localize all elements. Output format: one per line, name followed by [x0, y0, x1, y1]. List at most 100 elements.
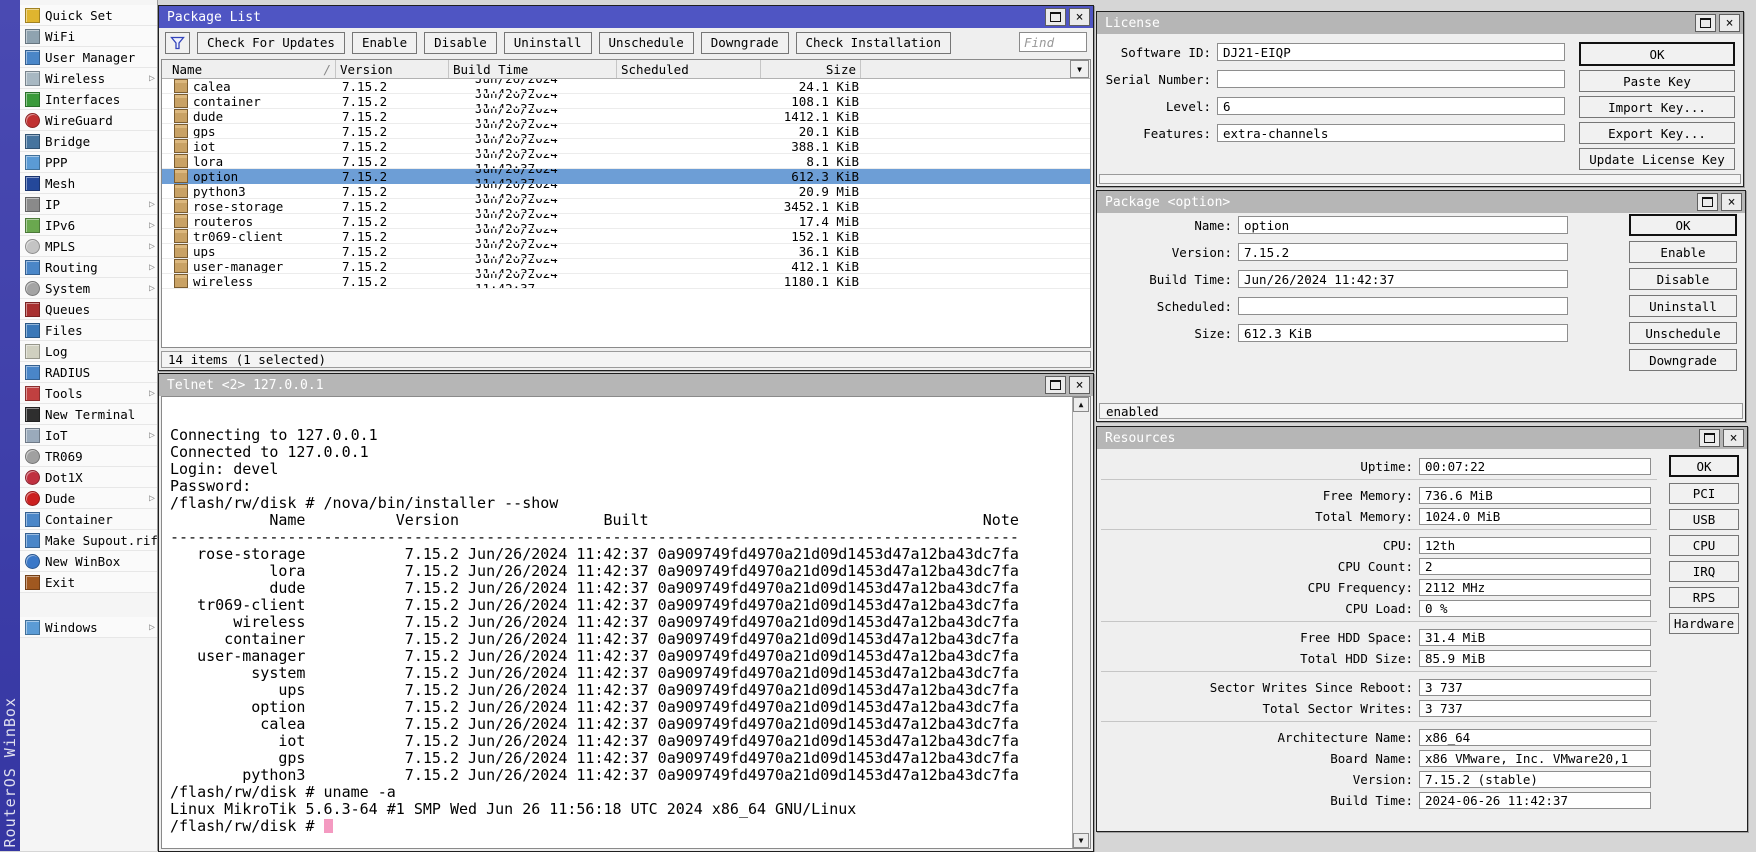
table-row[interactable]: option 7.15.2 Jun/26/2024 11:42:37 612.3…	[162, 169, 1090, 184]
field-value[interactable]: DJ21-EIQP	[1217, 43, 1565, 61]
field-value[interactable]: Jun/26/2024 11:42:37	[1238, 270, 1568, 288]
field-value[interactable]: 0 %	[1419, 600, 1651, 617]
table-row[interactable]: dude 7.15.2 Jun/26/2024 11:42:37 1412.1 …	[162, 109, 1090, 124]
table-row[interactable]: ups 7.15.2 Jun/26/2024 11:42:37 36.1 KiB	[162, 244, 1090, 259]
sidebar-item-queues[interactable]: Queues	[20, 299, 157, 320]
license-titlebar[interactable]: License ×	[1097, 12, 1743, 34]
sidebar-item-wireguard[interactable]: WireGuard	[20, 110, 157, 131]
dialog-button[interactable]: Export Key...	[1579, 122, 1735, 144]
close-button[interactable]: ×	[1721, 193, 1742, 211]
maximize-button[interactable]	[1697, 193, 1718, 211]
field-value[interactable]: 00:07:22	[1419, 458, 1651, 475]
column-header-size[interactable]: Size	[761, 60, 861, 78]
sidebar-item-user-manager[interactable]: User Manager	[20, 47, 157, 68]
table-row[interactable]: python3 7.15.2 Jun/26/2024 11:42:37 20.9…	[162, 184, 1090, 199]
sidebar-item-iot[interactable]: IoT ▷	[20, 425, 157, 446]
field-value[interactable]: extra-channels	[1217, 124, 1565, 142]
column-header-build-time[interactable]: Build Time	[449, 60, 617, 78]
table-row[interactable]: iot 7.15.2 Jun/26/2024 11:42:37 388.1 Ki…	[162, 139, 1090, 154]
dialog-button[interactable]: OK	[1669, 455, 1739, 477]
sidebar-item-mpls[interactable]: MPLS ▷	[20, 236, 157, 257]
column-header-name[interactable]: Name /	[168, 60, 336, 78]
sidebar-item-container[interactable]: Container	[20, 509, 157, 530]
dialog-button[interactable]: Paste Key	[1579, 70, 1735, 92]
field-value[interactable]: x86 VMware, Inc. VMware20,1	[1419, 750, 1651, 767]
field-value[interactable]	[1238, 297, 1568, 315]
sidebar-item-system[interactable]: System ▷	[20, 278, 157, 299]
field-value[interactable]: 7.15.2 (stable)	[1419, 771, 1651, 788]
dialog-button[interactable]: Downgrade	[1629, 349, 1737, 371]
sidebar-item-ip[interactable]: IP ▷	[20, 194, 157, 215]
filter-button[interactable]	[165, 32, 190, 54]
dialog-button[interactable]: Hardware	[1669, 613, 1739, 634]
dialog-button[interactable]: OK	[1629, 214, 1737, 236]
close-button[interactable]: ×	[1719, 14, 1740, 32]
package-option-titlebar[interactable]: Package <option> ×	[1097, 191, 1745, 213]
dialog-button[interactable]: Update License Key	[1579, 148, 1735, 170]
field-value[interactable]: 3 737	[1419, 700, 1651, 717]
terminal[interactable]: Connecting to 127.0.0.1Connected to 127.…	[170, 427, 1019, 835]
maximize-button[interactable]	[1699, 429, 1720, 447]
table-row[interactable]: wireless 7.15.2 Jun/26/2024 11:42:37 118…	[162, 274, 1090, 289]
table-row[interactable]: gps 7.15.2 Jun/26/2024 11:42:37 20.1 KiB	[162, 124, 1090, 139]
column-header-version[interactable]: Version	[336, 60, 449, 78]
dialog-button[interactable]: Uninstall	[1629, 295, 1737, 317]
sidebar-item-routing[interactable]: Routing ▷	[20, 257, 157, 278]
toolbar-button[interactable]: Check For Updates	[197, 32, 345, 54]
sidebar-item-dot1x[interactable]: Dot1X	[20, 467, 157, 488]
table-row[interactable]: container 7.15.2 Jun/26/2024 11:42:37 10…	[162, 94, 1090, 109]
maximize-button[interactable]	[1695, 14, 1716, 32]
sidebar-item-make-supout[interactable]: Make Supout.rif	[20, 530, 157, 551]
sidebar-item-ipv6[interactable]: IPv6 ▷	[20, 215, 157, 236]
table-row[interactable]: calea 7.15.2 Jun/26/2024 11:42:37 24.1 K…	[162, 79, 1090, 94]
dialog-button[interactable]: Enable	[1629, 241, 1737, 263]
field-value[interactable]: 612.3 KiB	[1238, 324, 1568, 342]
find-input[interactable]	[1019, 32, 1087, 52]
column-select-button[interactable]: ▼	[1070, 60, 1089, 78]
scroll-up-button[interactable]: ▲	[1073, 397, 1089, 412]
field-value[interactable]: x86_64	[1419, 729, 1651, 746]
table-row[interactable]: rose-storage 7.15.2 Jun/26/2024 11:42:37…	[162, 199, 1090, 214]
field-value[interactable]: 7.15.2	[1238, 243, 1568, 261]
terminal-scrollbar[interactable]: ▲ ▼	[1072, 397, 1090, 848]
sidebar-item-files[interactable]: Files	[20, 320, 157, 341]
dialog-button[interactable]: Import Key...	[1579, 96, 1735, 118]
field-value[interactable]: 2112 MHz	[1419, 579, 1651, 596]
field-value[interactable]: 2024-06-26 11:42:37	[1419, 792, 1651, 809]
sidebar-item-tools[interactable]: Tools ▷	[20, 383, 157, 404]
field-value[interactable]: 2	[1419, 558, 1651, 575]
sidebar-item-windows[interactable]: Windows ▷	[20, 617, 157, 638]
sidebar-item-radius[interactable]: RADIUS	[20, 362, 157, 383]
scroll-down-button[interactable]: ▼	[1073, 833, 1089, 848]
maximize-button[interactable]	[1045, 376, 1066, 394]
sidebar-item-new-terminal[interactable]: New Terminal	[20, 404, 157, 425]
field-value[interactable]: 31.4 MiB	[1419, 629, 1651, 646]
table-row[interactable]: tr069-client 7.15.2 Jun/26/2024 11:42:37…	[162, 229, 1090, 244]
close-button[interactable]: ×	[1069, 376, 1090, 394]
toolbar-button[interactable]: Unschedule	[599, 32, 694, 54]
table-row[interactable]: lora 7.15.2 Jun/26/2024 11:42:37 8.1 KiB	[162, 154, 1090, 169]
sidebar-item-bridge[interactable]: Bridge	[20, 131, 157, 152]
toolbar-button[interactable]: Check Installation	[796, 32, 951, 54]
sidebar-item-quick-set[interactable]: Quick Set	[20, 5, 157, 26]
column-header-scheduled[interactable]: Scheduled	[617, 60, 761, 78]
table-row[interactable]: user-manager 7.15.2 Jun/26/2024 11:42:37…	[162, 259, 1090, 274]
resources-titlebar[interactable]: Resources ×	[1097, 427, 1747, 449]
dialog-button[interactable]: Disable	[1629, 268, 1737, 290]
sidebar-item-wifi[interactable]: WiFi	[20, 26, 157, 47]
sidebar-item-exit[interactable]: Exit	[20, 572, 157, 593]
table-row[interactable]: routeros 7.15.2 Jun/26/2024 11:42:37 17.…	[162, 214, 1090, 229]
toolbar-button[interactable]: Enable	[352, 32, 417, 54]
field-value[interactable]: option	[1238, 216, 1568, 234]
dialog-button[interactable]: IRQ	[1669, 561, 1739, 582]
sidebar-item-dude[interactable]: Dude ▷	[20, 488, 157, 509]
sidebar-item-ppp[interactable]: PPP	[20, 152, 157, 173]
dialog-button[interactable]: CPU	[1669, 535, 1739, 556]
field-value[interactable]: 6	[1217, 97, 1565, 115]
dialog-button[interactable]: OK	[1579, 42, 1735, 66]
dialog-button[interactable]: USB	[1669, 509, 1739, 530]
maximize-button[interactable]	[1045, 8, 1066, 26]
field-value[interactable]	[1217, 70, 1565, 88]
dialog-button[interactable]: Unschedule	[1629, 322, 1737, 344]
dialog-button[interactable]: PCI	[1669, 483, 1739, 504]
